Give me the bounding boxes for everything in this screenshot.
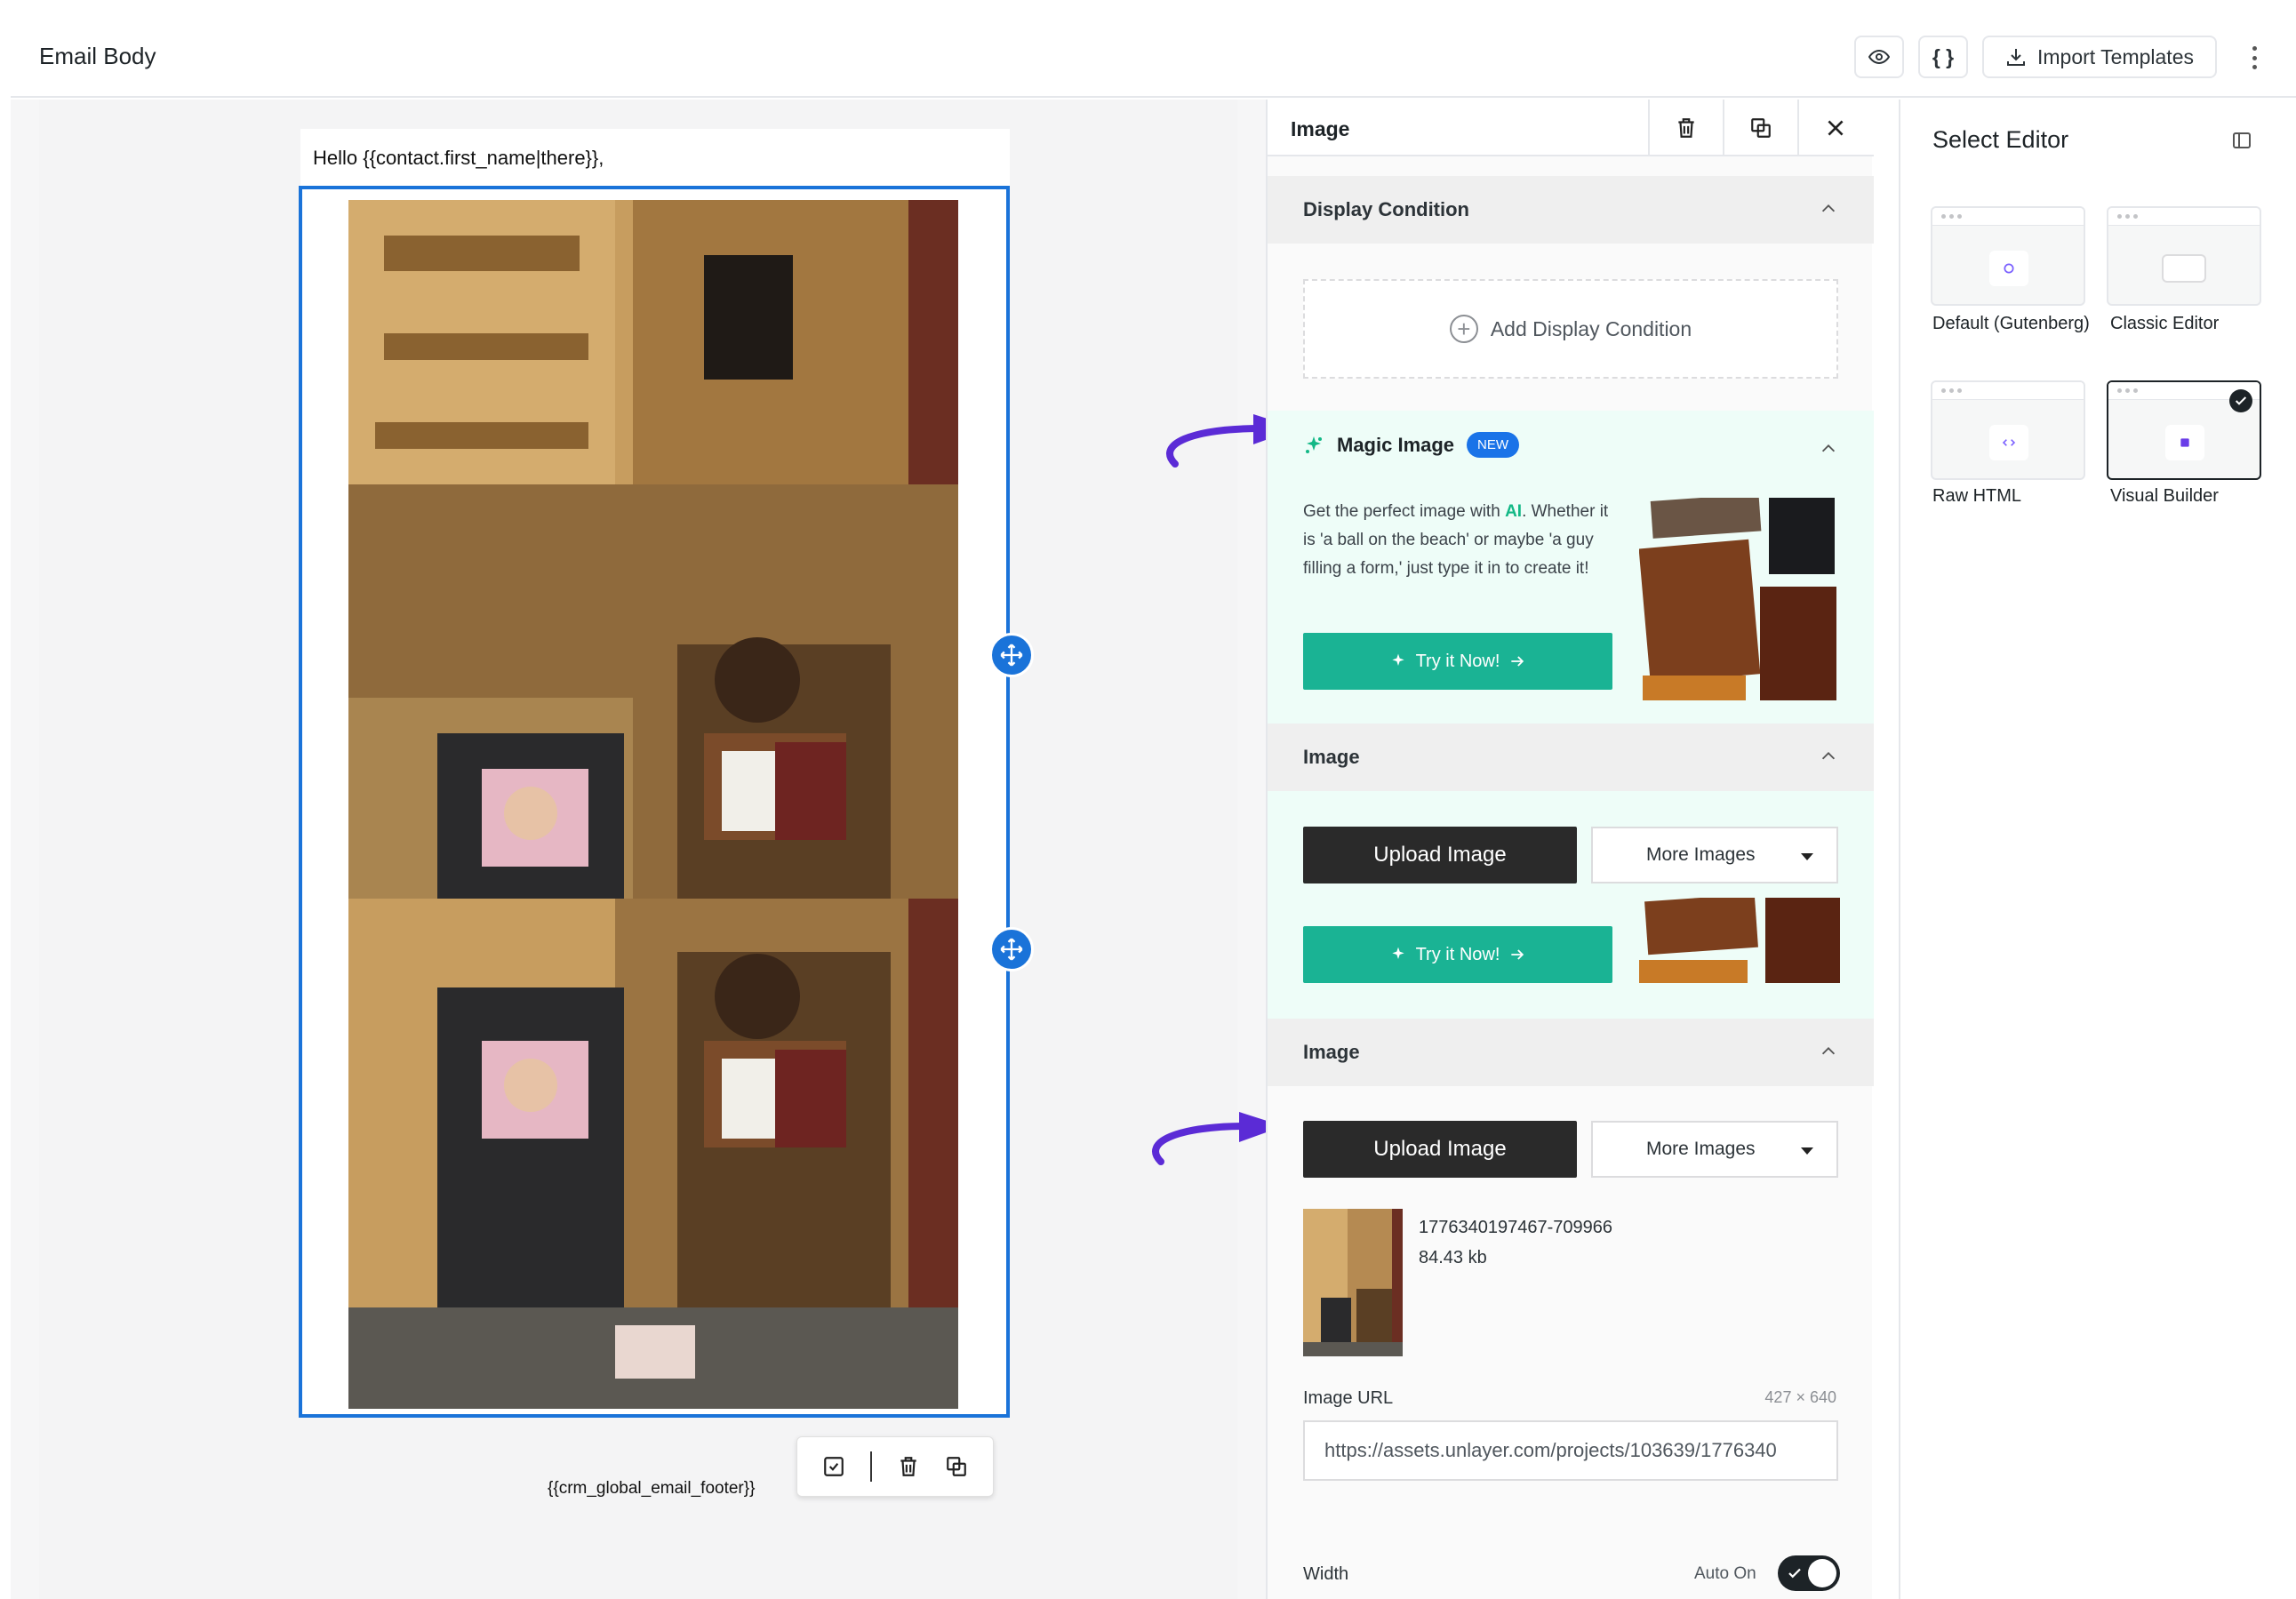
image-url-input[interactable]: https://assets.unlayer.com/projects/1036… — [1303, 1420, 1838, 1481]
toggle-knob — [1808, 1559, 1836, 1587]
editor-label-raw-html: Raw HTML — [1932, 486, 2022, 506]
magic-image-description: Get the perfect image with AI. Whether i… — [1303, 502, 1609, 578]
panel-header: Image — [1268, 100, 1874, 156]
top-bar: Email Body { } Import Templates — [11, 0, 2296, 98]
image-dimensions: 427 × 640 — [1764, 1388, 1836, 1406]
editor-option-classic[interactable] — [2107, 206, 2261, 306]
sparkle-icon — [1306, 436, 1322, 453]
block-toolbar — [796, 1436, 994, 1497]
image-section-1-title: Image — [1303, 746, 1360, 768]
magic-image-section: Magic Image NEW Get the perfect image wi… — [1268, 411, 1874, 724]
image-section-2-title: Image — [1303, 1041, 1360, 1063]
code-braces-icon: { } — [1932, 44, 1955, 68]
more-images-label: More Images — [1646, 844, 1756, 865]
editor-label-gutenberg: Default (Gutenberg) — [1932, 314, 2090, 333]
ai-sample-collage-small — [1639, 898, 1840, 983]
image-url-label: Image URL — [1303, 1388, 1394, 1408]
select-editor-title: Select Editor — [1932, 126, 2069, 153]
email-image-bottom[interactable] — [348, 899, 958, 1409]
greeting-text-block[interactable]: Hello {{contact.first_name|there}}, — [300, 129, 1010, 186]
code-button[interactable]: { } — [1918, 36, 1968, 78]
check-icon — [1788, 1568, 1801, 1579]
preview-button[interactable] — [1854, 36, 1904, 78]
chevron-up-icon[interactable] — [1819, 439, 1838, 459]
delete-block-button[interactable] — [1648, 100, 1723, 156]
chevron-up-icon — [1821, 752, 1836, 760]
try-it-now-button-2[interactable]: Try it Now! — [1303, 926, 1612, 983]
trash-icon[interactable] — [897, 1455, 920, 1478]
image-section-1-header[interactable]: Image — [1268, 724, 1874, 791]
upload-image-button-2[interactable]: Upload Image — [1303, 1121, 1577, 1178]
image-file-name: 1776340197467-709966 — [1419, 1218, 1612, 1237]
footer-merge-tag: {{crm_global_email_footer}} — [548, 1479, 756, 1498]
import-templates-label: Import Templates — [2037, 44, 2194, 68]
duplicate-icon — [1751, 118, 1771, 138]
more-images-dropdown[interactable]: More Images — [1591, 827, 1838, 883]
trash-icon — [1678, 118, 1694, 138]
width-label: Width — [1303, 1564, 1349, 1584]
download-icon — [2007, 49, 2025, 66]
add-display-condition-label: Add Display Condition — [1490, 316, 1692, 340]
select-editor-panel: Select Editor Default (Gutenberg) Classi… — [1899, 100, 2296, 1599]
try-it-now-label: Try it Now! — [1415, 944, 1500, 964]
editor-option-visual-builder[interactable] — [2107, 380, 2261, 480]
move-icon — [1000, 938, 1023, 961]
sparkle-icon — [1391, 653, 1404, 666]
eye-icon — [1868, 49, 1890, 65]
magic-image-header[interactable]: Magic Image NEW — [1303, 432, 1520, 458]
editor-label-classic: Classic Editor — [2110, 314, 2220, 333]
duplicate-block-button[interactable] — [1723, 100, 1797, 156]
auto-width-toggle[interactable] — [1778, 1555, 1840, 1591]
page-title: Email Body — [39, 43, 156, 69]
image-thumbnail — [1303, 1209, 1403, 1356]
kebab-menu-icon[interactable] — [2247, 43, 2261, 73]
close-icon — [1828, 120, 1844, 136]
display-condition-header[interactable]: Display Condition — [1268, 176, 1874, 244]
image-section-2-header[interactable]: Image — [1268, 1019, 1874, 1086]
editor-option-raw-html[interactable] — [1931, 380, 2085, 480]
add-display-condition-button[interactable]: + Add Display Condition — [1303, 279, 1838, 379]
image-file-size: 84.43 kb — [1419, 1248, 1487, 1267]
panel-title: Image — [1291, 117, 1350, 140]
plus-circle-icon: + — [1449, 315, 1478, 343]
toolbar-divider — [870, 1451, 872, 1482]
more-images-label: More Images — [1646, 1139, 1756, 1159]
image-settings-panel: Image Display Condition + Add Display Co… — [1266, 100, 1874, 1599]
ai-sample-collage — [1639, 498, 1836, 700]
arrow-right-icon — [1511, 949, 1524, 960]
move-icon — [1000, 644, 1023, 667]
chevron-up-icon — [1821, 1047, 1836, 1055]
try-it-now-button[interactable]: Try it Now! — [1303, 633, 1612, 690]
editor-label-visual-builder: Visual Builder — [2110, 486, 2219, 506]
magic-image-title: Magic Image — [1337, 433, 1455, 456]
check-square-icon[interactable] — [822, 1455, 845, 1478]
more-images-dropdown-2[interactable]: More Images — [1591, 1121, 1838, 1178]
import-templates-button[interactable]: Import Templates — [1982, 36, 2217, 78]
duplicate-icon[interactable] — [945, 1455, 968, 1478]
upload-image-button[interactable]: Upload Image — [1303, 827, 1577, 883]
auto-width-label: Auto On — [1694, 1564, 1756, 1583]
display-condition-title: Display Condition — [1303, 198, 1469, 220]
selected-check-icon — [2229, 389, 2252, 412]
arrow-right-icon — [1511, 656, 1524, 667]
close-panel-button[interactable] — [1797, 100, 1872, 156]
try-it-now-label: Try it Now! — [1415, 651, 1500, 671]
email-image-top[interactable] — [348, 200, 958, 899]
caret-down-icon — [1801, 853, 1813, 860]
drag-handle-top[interactable] — [989, 633, 1034, 677]
editor-option-gutenberg[interactable] — [1931, 206, 2085, 306]
sidebar-toggle-icon[interactable] — [2231, 130, 2252, 151]
drag-handle-bottom[interactable] — [989, 927, 1034, 971]
chevron-up-icon — [1821, 204, 1836, 212]
sparkle-icon — [1391, 947, 1404, 959]
caret-down-icon — [1801, 1147, 1813, 1155]
new-badge: NEW — [1467, 432, 1520, 458]
